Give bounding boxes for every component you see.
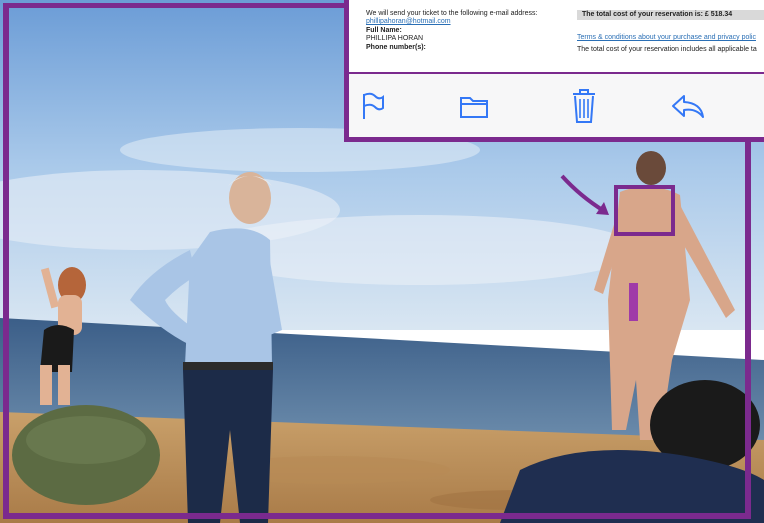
mail-toolbar [349, 74, 764, 137]
email-screenshot-panel: We will send your ticket to the followin… [344, 0, 764, 142]
send-ticket-line: We will send your ticket to the followin… [366, 10, 538, 17]
email-address-link[interactable]: phillipahoran@hotmail.com [366, 18, 566, 26]
reply-icon [670, 91, 706, 121]
flag-button[interactable] [355, 86, 389, 126]
full-name-label: Full Name: [366, 26, 402, 34]
reservation-summary: The total cost of your reservation is: £… [577, 10, 764, 54]
folder-icon [458, 92, 490, 120]
reply-button[interactable] [671, 86, 705, 126]
terms-link[interactable]: Terms & conditions about your purchase a… [577, 34, 764, 42]
phone-label: Phone number(s): [366, 43, 426, 51]
trash-button[interactable] [567, 86, 601, 126]
email-body: We will send your ticket to the followin… [349, 0, 764, 74]
folder-button[interactable] [457, 86, 491, 126]
recipient-details: We will send your ticket to the followin… [366, 10, 566, 52]
full-name-value: PHILLIPA HORAN [366, 35, 424, 43]
includes-line: The total cost of your reservation inclu… [577, 46, 757, 53]
flag-icon [359, 91, 385, 121]
total-cost: The total cost of your reservation is: £… [577, 10, 764, 20]
trash-icon [570, 87, 598, 125]
